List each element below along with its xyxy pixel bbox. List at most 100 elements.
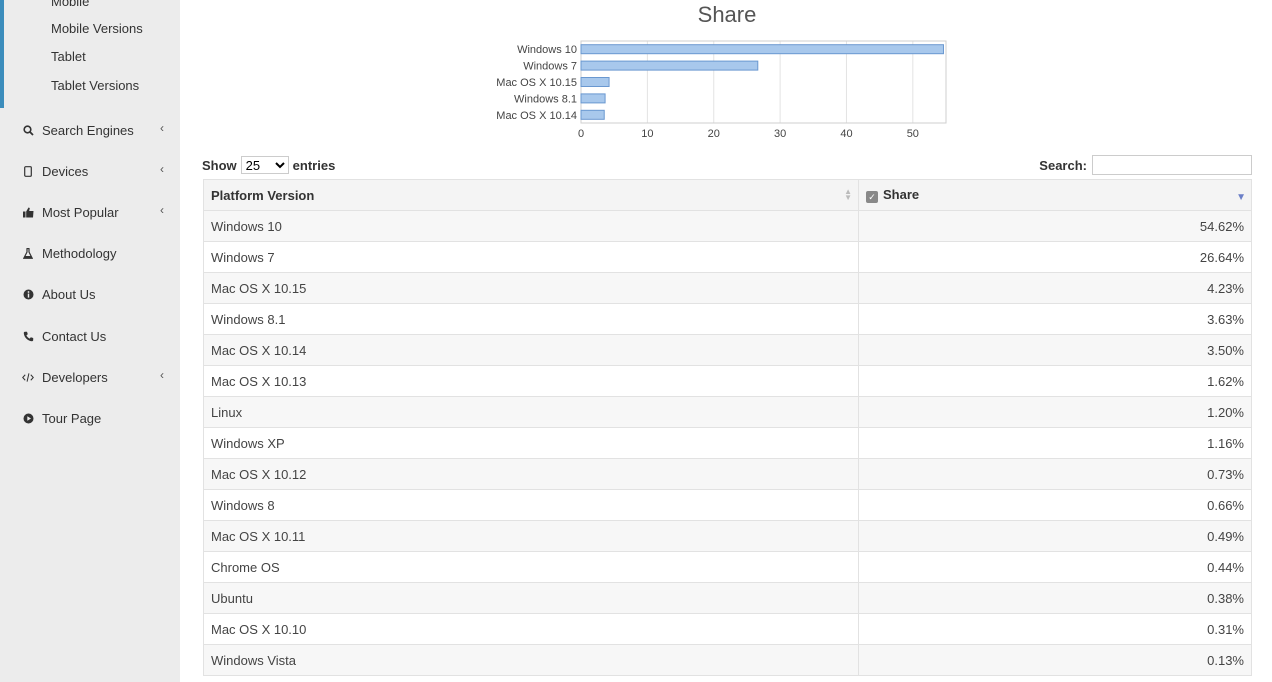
category-label: Windows 8.1: [514, 93, 577, 105]
table-row: Ubuntu 0.38%: [203, 582, 1252, 614]
search-icon: [22, 124, 34, 136]
x-tick-label: 20: [708, 128, 720, 140]
sidebar-item-search-engines[interactable]: Search Engines ‹: [22, 119, 168, 141]
category-label: Mac OS X 10.14: [496, 110, 577, 122]
table-body: Windows 10 54.62% Windows 7 26.64% Mac OS X …: [203, 210, 1252, 676]
table-row: Windows 8 0.66%: [203, 489, 1252, 521]
share-cell: 1.16%: [858, 427, 1252, 459]
sidebar-item-devices[interactable]: Devices ‹: [22, 160, 168, 182]
share-cell: 0.31%: [858, 613, 1252, 645]
sidebar-item-label: Developers: [42, 369, 108, 385]
category-label: Windows 7: [523, 61, 577, 73]
platform-version-cell: Windows XP: [203, 427, 859, 459]
phone-icon: [22, 330, 34, 342]
bar-1: [580, 44, 944, 55]
sidebar-item-label: Devices: [42, 163, 89, 179]
x-tick-label: 40: [840, 128, 852, 140]
share-cell: 3.63%: [858, 303, 1252, 335]
length-control: Show 25 entries: [202, 156, 335, 174]
sidebar-item-most-popular[interactable]: Most Popular ‹: [22, 201, 168, 223]
sidebar-item-developers[interactable]: Developers ‹: [22, 366, 168, 388]
sidebar-item-label: About Us: [42, 286, 96, 302]
table-row: Windows 10 54.62%: [203, 210, 1252, 242]
platform-version-cell: Mac OS X 10.13: [203, 365, 859, 397]
table-row: Windows XP 1.16%: [203, 427, 1252, 459]
entries-label: entries: [292, 157, 336, 173]
sort-desc-icon: ▼: [1236, 192, 1246, 203]
sidebar-subitem-tablet[interactable]: Tablet: [51, 49, 86, 64]
platform-version-cell: Windows 8: [203, 489, 859, 521]
table-row: Mac OS X 10.12 0.73%: [203, 458, 1252, 490]
sidebar-item-label: Contact Us: [42, 328, 107, 344]
sidebar-item-contact-us[interactable]: Contact Us: [22, 325, 168, 347]
platform-version-cell: Mac OS X 10.10: [203, 613, 859, 645]
sidebar-subitem-mobile-versions[interactable]: Mobile Versions: [51, 21, 143, 36]
chevron-left-icon: ‹: [160, 121, 164, 135]
code-icon: [22, 371, 34, 383]
platform-version-cell: Windows Vista: [203, 644, 859, 676]
x-tick-label: 0: [578, 128, 584, 140]
sidebar-item-about-us[interactable]: About Us: [22, 283, 168, 305]
chevron-left-icon: ‹: [160, 368, 164, 382]
chart-title: Share: [698, 2, 757, 27]
chevron-left-icon: ‹: [160, 162, 164, 176]
share-cell: 26.64%: [858, 241, 1252, 273]
platform-table-wrapper: Platform Version ▲ ▼ ✓ Share ▼ Windows 10 5…: [203, 179, 1252, 676]
share-cell: 0.13%: [858, 644, 1252, 676]
x-tick-label: 10: [641, 128, 653, 140]
checkbox-icon[interactable]: ✓: [866, 191, 878, 203]
platform-version-cell: Mac OS X 10.11: [203, 520, 859, 552]
x-tick-label: 30: [774, 128, 786, 140]
share-cell: 54.62%: [858, 210, 1252, 242]
platform-version-cell: Mac OS X 10.12: [203, 458, 859, 490]
column-header-label: Share: [883, 187, 920, 202]
sort-both-icon: ▲ ▼: [844, 187, 852, 202]
x-tick-label: 50: [907, 128, 919, 140]
platform-version-cell: Windows 8.1: [203, 303, 859, 335]
table-row: Mac OS X 10.11 0.49%: [203, 520, 1252, 552]
chevron-left-icon: ‹: [160, 203, 164, 217]
bar-3: [580, 77, 610, 87]
table-row: Mac OS X 10.10 0.31%: [203, 613, 1252, 645]
table-row: Linux 1.20%: [203, 396, 1252, 428]
platform-version-cell: Mac OS X 10.14: [203, 334, 859, 366]
bar-2: [580, 60, 759, 71]
flask-icon: [22, 247, 34, 259]
platform-table: Platform Version ▲ ▼ ✓ Share ▼ Windows 10 5…: [203, 179, 1252, 676]
bar-4: [580, 93, 606, 104]
share-cell: 0.73%: [858, 458, 1252, 490]
sidebar-subitem-tablet-versions[interactable]: Tablet Versions: [51, 78, 139, 93]
column-header-platform-version[interactable]: Platform Version ▲ ▼: [203, 179, 859, 211]
entries-length-select[interactable]: 25: [240, 156, 289, 174]
platform-version-cell: Chrome OS: [203, 551, 859, 583]
sidebar: Mobile Mobile Versions Tablet Tablet Ver…: [0, 0, 180, 682]
platform-version-cell: Ubuntu: [203, 582, 859, 614]
sidebar-item-label: Tour Page: [42, 410, 102, 426]
play-circle-icon: [22, 412, 34, 424]
category-label: Windows 10: [517, 44, 577, 56]
search-input[interactable]: [1092, 155, 1252, 175]
table-header-row: Platform Version ▲ ▼ ✓ Share ▼: [203, 179, 1252, 211]
sidebar-subitem-mobile[interactable]: Mobile: [51, 0, 89, 9]
share-cell: 0.44%: [858, 551, 1252, 583]
sidebar-item-label: Methodology: [42, 245, 117, 261]
info-icon: [22, 288, 34, 300]
submenu-accent-bar: [0, 0, 4, 108]
platform-version-cell: Mac OS X 10.15: [203, 272, 859, 304]
table-row: Windows 7 26.64%: [203, 241, 1252, 273]
sidebar-item-methodology[interactable]: Methodology: [22, 242, 168, 264]
share-cell: 0.38%: [858, 582, 1252, 614]
sidebar-item-tour-page[interactable]: Tour Page: [22, 407, 168, 429]
table-row: Chrome OS 0.44%: [203, 551, 1252, 583]
sidebar-item-label: Most Popular: [42, 204, 119, 220]
table-row: Mac OS X 10.15 4.23%: [203, 272, 1252, 304]
column-header-share[interactable]: ✓ Share ▼: [858, 179, 1252, 211]
share-bar-chart: Share 0 10 20 30 40 50 Windows 10 Windows 7 Mac O…: [496, 2, 947, 140]
bar-5: [580, 109, 605, 120]
share-cell: 1.20%: [858, 396, 1252, 428]
platform-version-cell: Linux: [203, 396, 859, 428]
table-row: Windows 8.1 3.63%: [203, 303, 1252, 335]
main-content: Share 0 10 20 30 40 50 Windows 10 Windows 7 Mac O…: [180, 0, 1272, 682]
share-cell: 0.49%: [858, 520, 1252, 552]
platform-version-cell: Windows 10: [203, 210, 859, 242]
